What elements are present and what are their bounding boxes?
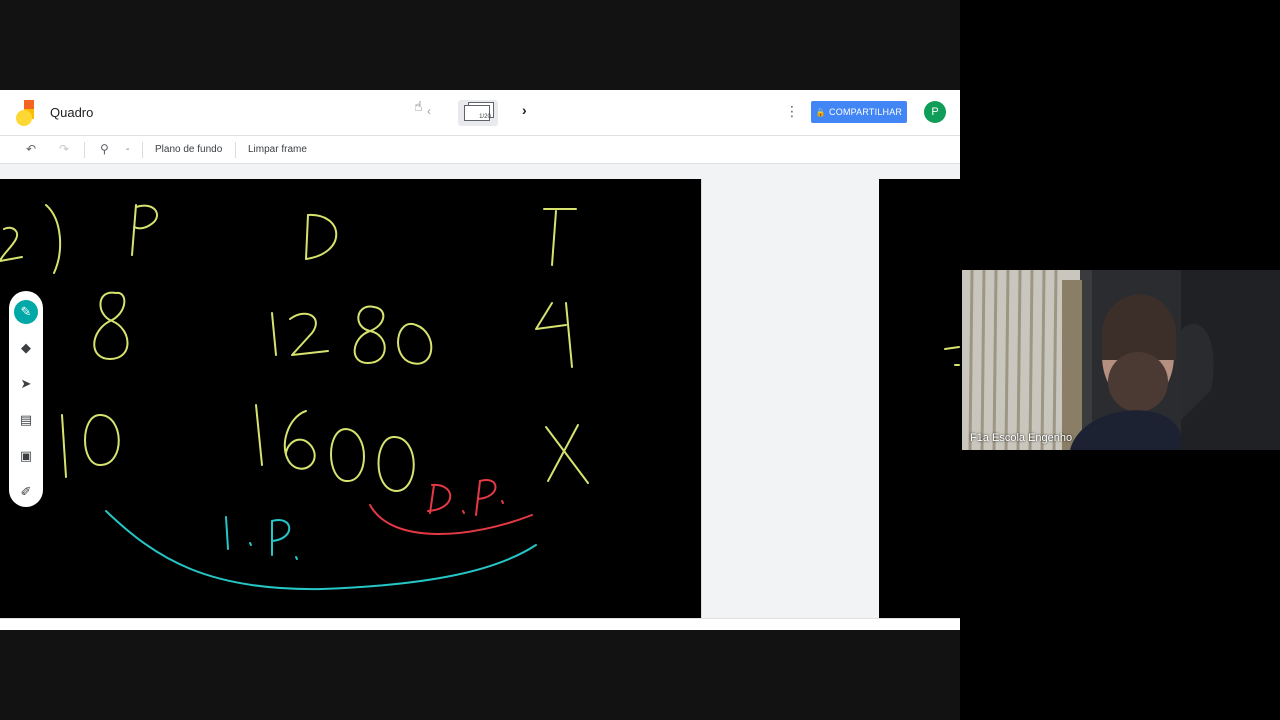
zoom-dropdown[interactable]: - <box>126 144 129 155</box>
background-button[interactable]: Plano de fundo <box>155 144 222 155</box>
video-tile-edge <box>1181 270 1280 450</box>
shared-screen: Quadro ☝ ‹ 1/20 › ⋮ 🔒 COMPARTILHAR P ↶ ↷ … <box>0 0 960 720</box>
image-icon[interactable]: ▣ <box>14 444 38 468</box>
sticky-note-icon[interactable]: ▤ <box>14 408 38 432</box>
lock-icon: 🔒 <box>815 108 827 117</box>
share-button[interactable]: 🔒 COMPARTILHAR <box>811 101 907 123</box>
prev-frame-icon[interactable]: ‹ <box>427 104 431 118</box>
label-ip <box>105 510 537 591</box>
video-edge-background <box>1181 270 1280 450</box>
hand-cursor-icon: ☝ <box>414 98 423 114</box>
avatar[interactable]: P <box>924 101 946 123</box>
stroke-8 <box>93 291 129 360</box>
next-frame-preview[interactable] <box>879 179 960 618</box>
more-vert-icon[interactable]: ⋮ <box>785 103 799 120</box>
share-label: COMPARTILHAR <box>829 107 903 117</box>
clear-frame-button[interactable]: Limpar frame <box>248 144 307 155</box>
board-title[interactable]: Quadro <box>50 105 93 120</box>
stroke-X <box>545 424 589 484</box>
undo-icon[interactable]: ↶ <box>26 142 36 156</box>
stroke-D <box>305 213 338 260</box>
next-frame-strokes <box>944 346 960 366</box>
webcam-feed <box>962 270 1181 450</box>
next-frame-icon[interactable]: › <box>522 102 527 118</box>
stroke-2-paren <box>0 204 62 274</box>
app-header: Quadro ☝ ‹ 1/20 › ⋮ 🔒 COMPARTILHAR P <box>0 90 960 136</box>
tool-palette: ✎ ◆ ➤ ▤ ▣ ✐ <box>9 291 43 507</box>
stroke-10 <box>61 414 120 478</box>
zoom-icon[interactable]: ⚲ <box>100 142 109 156</box>
pen-icon[interactable]: ✎ <box>14 300 38 324</box>
stroke-1600 <box>255 404 415 492</box>
frame-selector[interactable]: 1/20 <box>458 100 498 126</box>
stroke-T <box>543 208 577 266</box>
label-dp <box>369 478 533 535</box>
handwriting-layer <box>0 204 589 591</box>
eraser-icon[interactable]: ◆ <box>14 336 38 360</box>
stroke-4 <box>535 302 573 368</box>
toolbar: ↶ ↷ ⚲ - Plano de fundo Limpar frame <box>0 136 960 164</box>
frame-counter: 1/20 <box>479 114 491 120</box>
stroke-1280 <box>271 305 433 365</box>
laser-icon[interactable]: ✐ <box>14 480 38 504</box>
participant-video[interactable]: F1a Escola Engenho <box>962 270 1181 450</box>
select-icon[interactable]: ➤ <box>14 372 38 396</box>
whiteboard-canvas[interactable] <box>0 179 702 618</box>
jamboard-window: Quadro ☝ ‹ 1/20 › ⋮ 🔒 COMPARTILHAR P ↶ ↷ … <box>0 90 960 630</box>
app-footer <box>0 618 960 630</box>
participant-name: F1a Escola Engenho <box>970 432 1073 444</box>
stroke-P <box>131 204 158 256</box>
redo-icon[interactable]: ↷ <box>59 142 69 156</box>
jamboard-logo <box>16 100 36 126</box>
